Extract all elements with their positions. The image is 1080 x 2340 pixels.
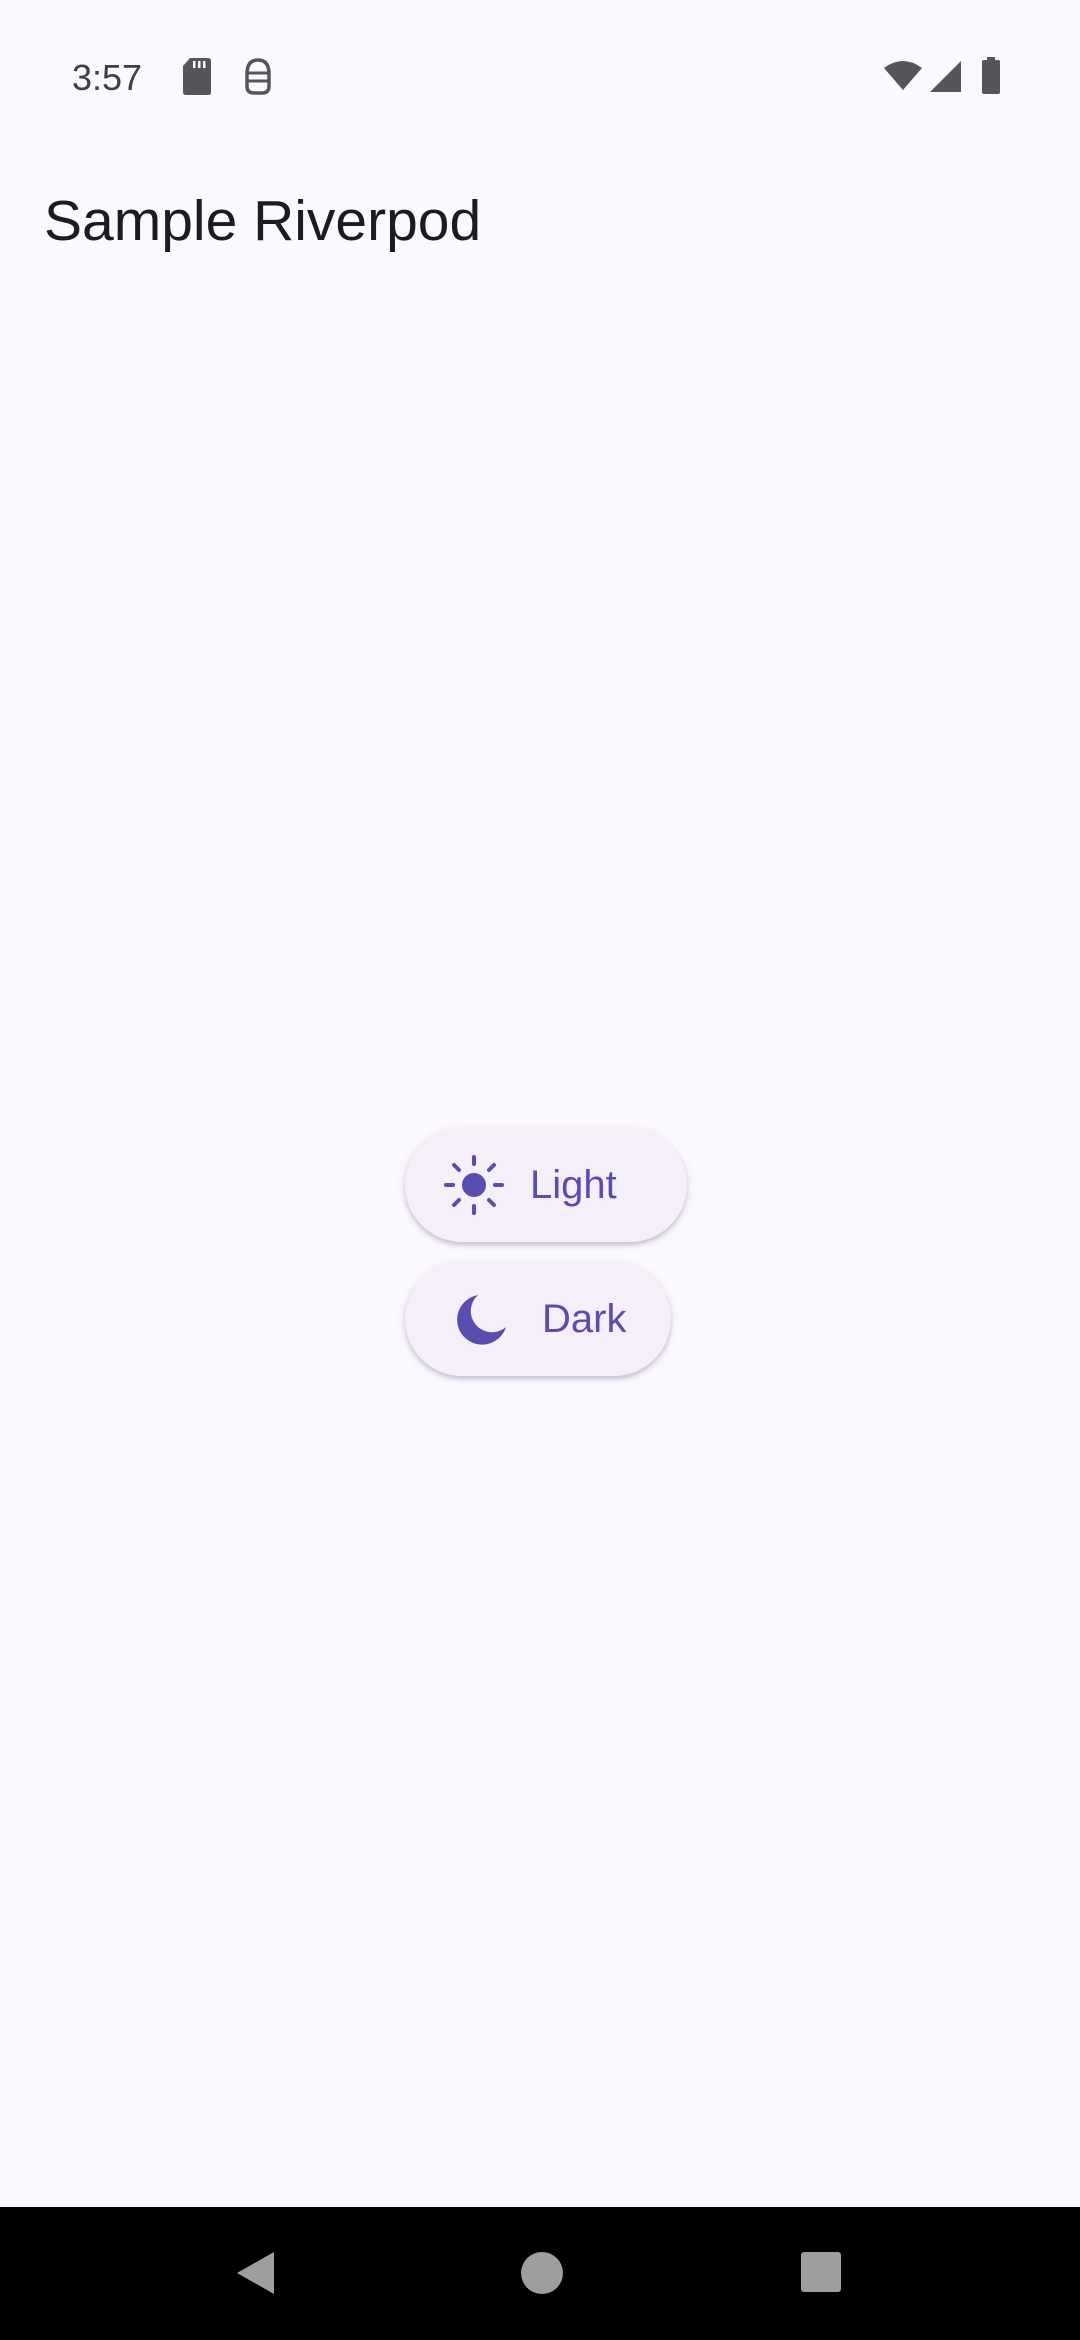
sun-icon [444,1155,504,1215]
navigation-bar [0,2207,1080,2340]
status-time: 3:57 [72,57,143,98]
battery-icon [982,57,1000,94]
light-theme-button[interactable]: Light [405,1128,687,1242]
page-title: Sample Riverpod [44,189,482,253]
status-bar: 3:57 [0,0,1080,150]
home-icon[interactable] [519,2250,565,2296]
wifi-icon [884,61,922,90]
light-theme-label: Light [530,1163,617,1207]
moon-icon [457,1295,506,1345]
dark-theme-label: Dark [542,1297,627,1341]
sd-card-icon [183,58,211,95]
back-icon[interactable] [233,2250,277,2296]
android-debug-icon [245,58,271,95]
signal-icon [930,61,961,92]
content-area [0,290,1080,2207]
recents-icon[interactable] [799,2250,843,2294]
dark-theme-button[interactable]: Dark [405,1262,671,1376]
